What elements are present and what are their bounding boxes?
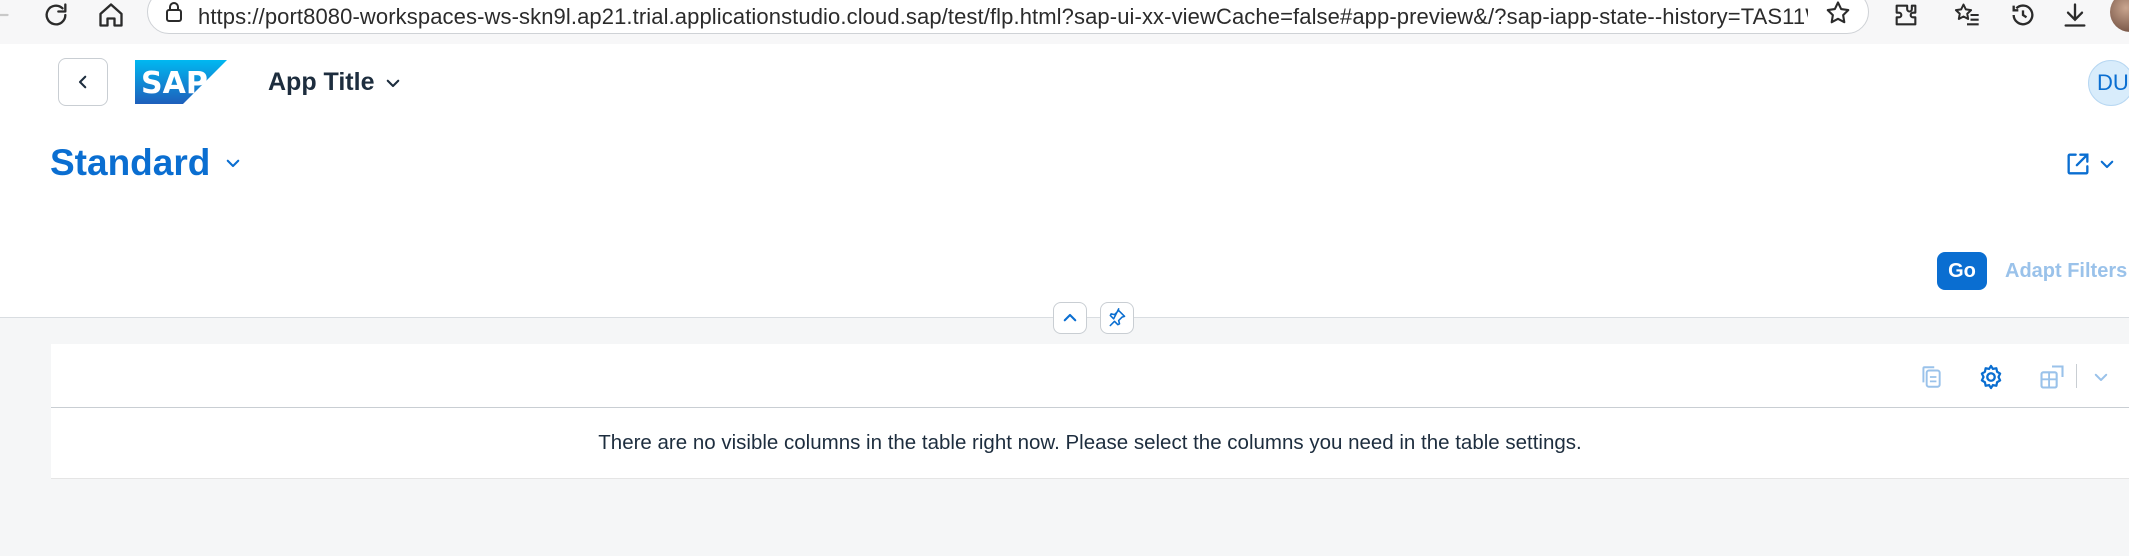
chevron-down-icon[interactable]: [2085, 362, 2117, 392]
site-info-lock-icon[interactable]: [162, 0, 186, 24]
chevron-down-icon: [2098, 155, 2116, 173]
variant-title: Standard: [50, 142, 211, 183]
toolbar-separator: [2076, 364, 2077, 388]
home-icon[interactable]: [89, 0, 133, 30]
app-title-menu-button[interactable]: App Title: [268, 68, 402, 97]
table-no-data-message: There are no visible columns in the tabl…: [51, 408, 2129, 479]
variant-management-button[interactable]: Standard: [50, 142, 242, 184]
table-card: There are no visible columns in the tabl…: [51, 344, 2129, 479]
address-bar[interactable]: https://port8080-workspaces-ws-skn9l.ap2…: [147, 0, 1869, 34]
pin-header-button[interactable]: [1100, 302, 1134, 334]
browser-toolbar: https://port8080-workspaces-ws-skn9l.ap2…: [0, 0, 2129, 44]
pin-icon: [1109, 308, 1126, 327]
chevron-down-icon: [384, 74, 402, 92]
user-avatar[interactable]: DU: [2088, 60, 2129, 106]
app-title: App Title: [268, 68, 375, 96]
favorites-icon[interactable]: [1945, 0, 1989, 30]
extensions-icon[interactable]: [1884, 0, 1928, 30]
shell-header: SAP App Title DU: [0, 44, 2129, 120]
share-button[interactable]: [2064, 150, 2116, 178]
chevron-up-icon: [1063, 313, 1077, 322]
history-icon[interactable]: [2001, 0, 2045, 30]
back-button[interactable]: [58, 58, 108, 106]
chevron-down-icon: [224, 154, 242, 172]
table-toolbar: [51, 344, 2129, 408]
favorite-star-icon[interactable]: [1824, 0, 1852, 27]
sap-logo: SAP: [135, 60, 227, 109]
dynamic-page-header: Standard Go Adapt Filters: [0, 120, 2129, 318]
reload-icon[interactable]: [34, 0, 78, 30]
share-icon: [2064, 150, 2092, 178]
collapse-header-button[interactable]: [1053, 302, 1087, 334]
adapt-filters-button[interactable]: Adapt Filters: [2005, 260, 2127, 283]
copy-icon[interactable]: [1915, 362, 1947, 392]
go-button[interactable]: Go: [1937, 252, 1987, 290]
sap-logo-text: SAP: [141, 66, 208, 101]
downloads-icon[interactable]: [2053, 0, 2097, 30]
gear-icon[interactable]: [1975, 362, 2007, 392]
url-text: https://port8080-workspaces-ws-skn9l.ap2…: [198, 4, 1808, 29]
browser-back-icon[interactable]: [0, 0, 22, 30]
export-to-spreadsheet-icon[interactable]: [2036, 362, 2068, 392]
browser-profile-avatar[interactable]: [2110, 0, 2129, 32]
